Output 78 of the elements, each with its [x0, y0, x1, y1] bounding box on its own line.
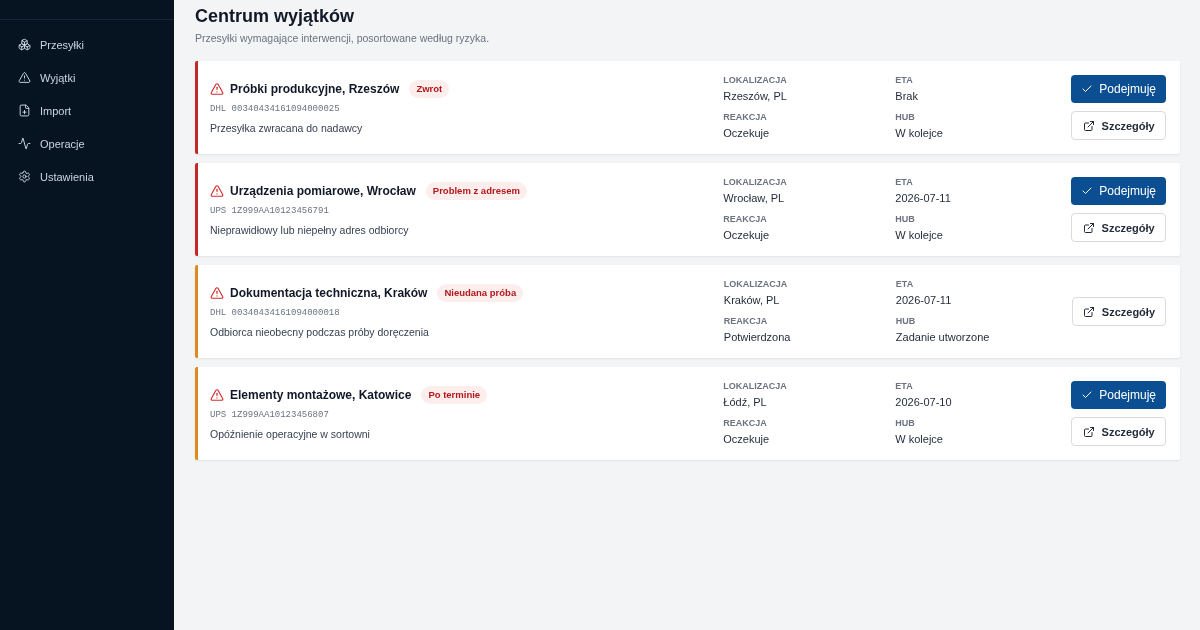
activity-icon	[18, 137, 31, 150]
field-label: HUB	[895, 111, 915, 123]
field-label: REAKCJA	[723, 417, 767, 429]
field-label: ETA	[895, 74, 913, 86]
field-label: REAKCJA	[723, 111, 767, 123]
warning-icon	[210, 82, 224, 96]
field-value: W kolejce	[895, 227, 943, 243]
page-title: Centrum wyjątków	[195, 5, 355, 27]
field-label: ETA	[895, 278, 914, 290]
shipment-title: Próbki produkcyjne, Rzeszów	[230, 81, 400, 97]
field-label: REAKCJA	[723, 315, 768, 327]
sidebar-item[interactable]: Operacje	[0, 127, 174, 160]
file-plus-icon	[18, 104, 31, 117]
field-value: Zadanie utworzone	[895, 329, 990, 345]
warning-icon	[210, 286, 224, 300]
field-label: LOKALIZACJA	[723, 74, 787, 86]
warning-icon	[210, 388, 224, 402]
status-badge: Problem z adresem	[425, 182, 527, 200]
exception-description: Przesyłka zwracana do nadawcy	[210, 121, 363, 135]
details-button[interactable]: Szczegóły	[1071, 213, 1166, 242]
status-badge: Zwrot	[409, 80, 450, 98]
claim-button[interactable]: Podejmuję	[1071, 381, 1166, 409]
exception-description: Nieprawidłowy lub niepełny adres odbiorcy	[210, 223, 409, 237]
tracking-number: UPS 1Z999AA10123456791	[210, 205, 329, 217]
claim-button[interactable]: Podejmuję	[1071, 75, 1166, 103]
status-badge: Nieudana próba	[437, 284, 524, 302]
field-value: 2026-07-11	[895, 190, 951, 206]
sidebar-item[interactable]: Ustawienia	[0, 160, 174, 193]
field-value: Kraków, PL	[723, 292, 780, 308]
sidebar-item[interactable]: Import	[0, 94, 174, 127]
field-value: Brak	[895, 88, 918, 104]
warning-icon	[18, 71, 31, 84]
details-button[interactable]: Szczegóły	[1071, 297, 1166, 326]
shipment-title: Elementy montażowe, Katowice	[230, 387, 412, 403]
tracking-number: DHL 00340434161094000018	[210, 307, 340, 319]
field-value: Łódź, PL	[723, 394, 767, 410]
shipment-title: Urządzenia pomiarowe, Wrocław	[230, 183, 416, 199]
external-link-icon	[1082, 425, 1095, 438]
external-link-icon	[1082, 305, 1095, 318]
field-value: Oczekuje	[723, 431, 770, 447]
warning-icon	[210, 184, 224, 198]
field-label: LOKALIZACJA	[723, 176, 787, 188]
field-value: 2026-07-10	[895, 394, 952, 410]
field-label: HUB	[895, 315, 916, 327]
field-label: LOKALIZACJA	[723, 380, 787, 392]
field-value: Potwierdzona	[723, 329, 791, 345]
field-label: HUB	[895, 213, 915, 225]
field-label: HUB	[895, 417, 915, 429]
field-label: ETA	[895, 380, 913, 392]
field-value: Wrocław, PL	[723, 190, 785, 206]
check-icon	[1081, 185, 1094, 197]
field-value: W kolejce	[895, 125, 943, 141]
settings-icon	[18, 170, 31, 183]
field-value: 2026-07-11	[895, 292, 952, 308]
details-button[interactable]: Szczegóły	[1071, 417, 1166, 446]
field-label: LOKALIZACJA	[723, 278, 788, 290]
exception-description: Odbiorca nieobecny podczas próby doręczenia	[210, 325, 429, 339]
exception-description: Opóźnienie operacyjne w sortowni	[210, 427, 370, 441]
external-link-icon	[1082, 119, 1095, 132]
check-icon	[1081, 389, 1094, 401]
claim-button[interactable]: Podejmuję	[1071, 177, 1166, 205]
sidebar-item[interactable]: Przesyłki	[0, 28, 174, 61]
field-label: REAKCJA	[723, 213, 767, 225]
field-value: W kolejce	[895, 431, 943, 447]
field-value: Oczekuje	[723, 227, 770, 243]
check-icon	[1081, 83, 1094, 95]
field-value: Rzeszów, PL	[723, 88, 787, 104]
external-link-icon	[1082, 221, 1095, 234]
tracking-number: DHL 00340434161094000025	[210, 103, 340, 115]
field-label: ETA	[895, 176, 913, 188]
field-value: Oczekuje	[723, 125, 770, 141]
details-button[interactable]: Szczegóły	[1071, 111, 1166, 140]
page-subtitle: Przesyłki wymagające interwencji, posortowane według ryzyka.	[195, 31, 490, 45]
boxes-icon	[18, 38, 31, 51]
shipment-title: Dokumentacja techniczna, Kraków	[230, 285, 428, 301]
sidebar-item[interactable]: Wyjątki	[0, 61, 174, 94]
status-badge: Po terminie	[421, 386, 488, 404]
tracking-number: UPS 1Z999AA10123456807	[210, 409, 329, 421]
